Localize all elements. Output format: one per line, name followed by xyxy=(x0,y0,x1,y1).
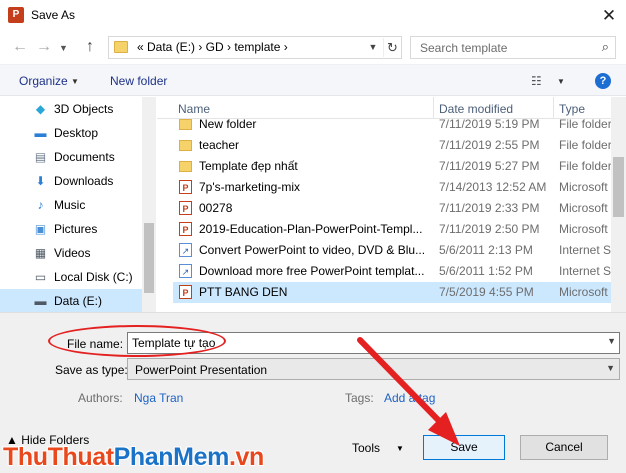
watermark-logo: ThuThuatPhanMem.vn xyxy=(3,443,264,472)
watermark-part-1: ThuThuat xyxy=(3,443,114,471)
annotation-arrow xyxy=(357,337,460,446)
watermark-part-2: PhanMem xyxy=(113,443,230,471)
watermark-part-3: .vn xyxy=(228,443,264,471)
